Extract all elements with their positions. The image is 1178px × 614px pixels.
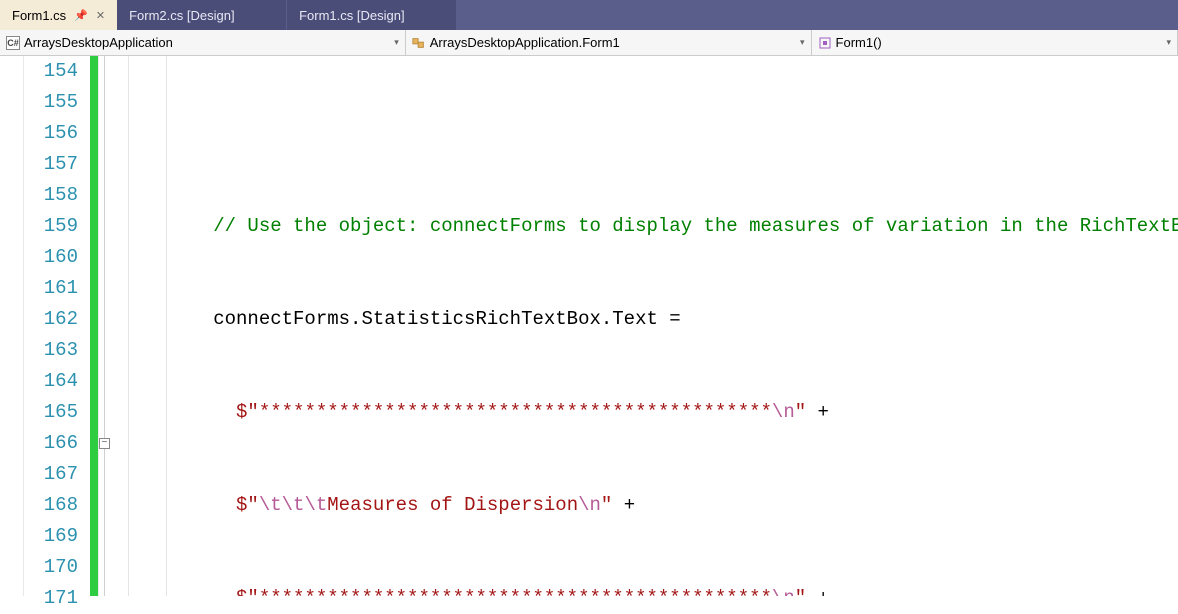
chevron-down-icon: ▾ [1166,37,1171,48]
indicator-margin [0,56,24,596]
line-number: 155 [24,87,78,118]
indent-guide [166,56,167,596]
line-number: 170 [24,552,78,583]
outlining-margin: − [98,56,118,596]
code-line: connectForms.StatisticsRichTextBox.Text … [118,304,1178,335]
code-line: // Use the object: connectForms to displ… [118,211,1178,242]
line-number: 157 [24,149,78,180]
tab-label: Form1.cs [12,8,66,23]
line-number: 160 [24,242,78,273]
line-number: 154 [24,56,78,87]
line-number: 166 [24,428,78,459]
chevron-down-icon: ▾ [394,37,399,48]
line-number: 164 [24,366,78,397]
code-line: $"**************************************… [118,583,1178,596]
scope-dropdown[interactable]: C# ArraysDesktopApplication ▾ [0,30,406,55]
scope-label: ArraysDesktopApplication [24,35,173,50]
code-editor[interactable]: 154 155 156 157 158 159 160 161 162 163 … [0,56,1178,596]
class-label: ArraysDesktopApplication.Form1 [430,35,620,50]
tab-form1-design[interactable]: Form1.cs [Design] [287,0,457,30]
line-number-gutter: 154 155 156 157 158 159 160 161 162 163 … [24,56,90,596]
chevron-down-icon: ▾ [800,37,805,48]
member-dropdown[interactable]: Form1() ▾ [812,30,1178,55]
change-tracking-bar [90,56,98,596]
outline-guide [104,56,105,596]
line-number: 163 [24,335,78,366]
line-number: 171 [24,583,78,614]
tab-label: Form1.cs [Design] [299,8,404,23]
line-number: 156 [24,118,78,149]
tab-label: Form2.cs [Design] [129,8,234,23]
line-number: 162 [24,304,78,335]
close-icon[interactable]: ✕ [96,9,105,22]
collapse-toggle[interactable]: − [99,438,110,449]
csharp-icon: C# [6,36,20,50]
line-number: 167 [24,459,78,490]
tab-form1-cs[interactable]: Form1.cs 📌 ✕ [0,0,117,30]
class-icon [412,36,426,50]
method-icon [818,36,832,50]
code-area[interactable]: // Use the object: connectForms to displ… [118,56,1178,596]
line-number: 165 [24,397,78,428]
line-number: 168 [24,490,78,521]
indent-guide [128,56,129,596]
pin-icon[interactable]: 📌 [74,9,88,22]
line-number: 169 [24,521,78,552]
line-number: 158 [24,180,78,211]
member-label: Form1() [836,35,882,50]
document-tab-bar: Form1.cs 📌 ✕ Form2.cs [Design] Form1.cs … [0,0,1178,30]
tab-form2-design[interactable]: Form2.cs [Design] [117,0,287,30]
navigation-bar: C# ArraysDesktopApplication ▾ ArraysDesk… [0,30,1178,56]
line-number: 159 [24,211,78,242]
code-line: $"\t\t\tMeasures of Dispersion\n" + [118,490,1178,521]
line-number: 161 [24,273,78,304]
code-line: $"**************************************… [118,397,1178,428]
class-dropdown[interactable]: ArraysDesktopApplication.Form1 ▾ [406,30,812,55]
